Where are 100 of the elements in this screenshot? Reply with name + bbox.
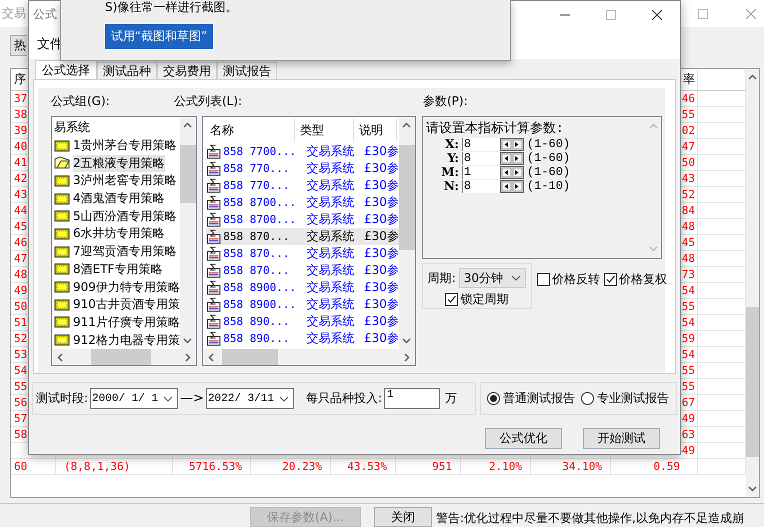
spin-button[interactable]: [500, 180, 524, 192]
radio-label[interactable]: 普通测试报告: [503, 390, 575, 407]
table-cell: 49: [14, 284, 28, 297]
group-list[interactable]: 易系统 1贵州茅台专用策略 2五粮液专用策略 3泸州老窖专用策略 4酒鬼酒专用策略 5山西汾酒专用策略 6水井坊专用策略 7迎驾贡酒专用策略 8酒ETF专用策略 909伊力特专用策略 910古井贡酒专用策 911片仔癀专用策略 912格力电器专用策: [51, 116, 197, 366]
formula-list[interactable]: [202, 116, 416, 366]
formula-row[interactable]: 858 870... 交易系统 £30参: [206, 262, 399, 279]
table-cell: 43: [14, 188, 28, 201]
formula-row[interactable]: 858 890... 交易系统 £30参: [206, 313, 399, 330]
checkbox[interactable]: [604, 273, 617, 286]
scrollbar[interactable]: [52, 349, 196, 365]
scroll-left-icon[interactable]: [208, 352, 214, 362]
formula-icon: [206, 280, 222, 296]
group-item[interactable]: 910古井贡酒专用策: [73, 296, 180, 314]
group-item[interactable]: 4酒鬼酒专用策略: [73, 190, 165, 208]
radio-label[interactable]: 专业测试报告: [597, 390, 669, 407]
optimize-button[interactable]: 公式优化: [485, 428, 562, 449]
scroll-up-icon[interactable]: [402, 122, 412, 128]
group-item[interactable]: 6水井坊专用策略: [73, 225, 165, 242]
scrollbar-thumb[interactable]: [91, 349, 151, 365]
scrollbar-thumb[interactable]: [222, 349, 278, 365]
formula-row[interactable]: 858 870... 交易系统 £30参: [206, 245, 399, 262]
scrollbar[interactable]: [398, 117, 415, 349]
group-item[interactable]: 8酒ETF专用策略: [73, 260, 162, 278]
spin-button[interactable]: [500, 166, 524, 178]
scrollbar-thumb[interactable]: [746, 307, 759, 457]
period-dropdown[interactable]: 30分钟: [458, 268, 526, 288]
scroll-down-icon[interactable]: [402, 338, 412, 344]
table-cell: 45: [682, 236, 695, 249]
radio-button[interactable]: [487, 392, 500, 405]
param-input[interactable]: 8: [462, 152, 500, 164]
notification-text: S)像往常一样进行截图。: [105, 0, 238, 15]
table-cell: 49: [682, 412, 695, 425]
table-cell: 38: [14, 108, 28, 121]
checkbox[interactable]: [536, 273, 550, 286]
group-item[interactable]: 易系统: [54, 119, 90, 136]
formula-row[interactable]: 858 890... 交易系统 £30参: [206, 330, 399, 347]
table-cell: 0.59: [654, 460, 680, 473]
formula-row[interactable]: 858 8700... 交易系统 £30参: [206, 211, 399, 228]
column-header[interactable]: 率: [683, 71, 695, 88]
formula-row[interactable]: 858 770... 交易系统 £30参: [206, 160, 399, 177]
checkbox-label[interactable]: 价格复权: [618, 271, 667, 288]
checkbox-label[interactable]: 价格反转: [552, 271, 600, 288]
scrollbar-thumb[interactable]: [180, 145, 196, 203]
group-item[interactable]: 5山西汾酒专用策略: [73, 208, 177, 225]
formula-row[interactable]: 858 8900... 交易系统 £30参: [206, 279, 399, 296]
column-header[interactable]: 序: [14, 71, 26, 88]
formula-row[interactable]: 858 770... 交易系统 £30参: [206, 177, 399, 194]
scroll-right-icon[interactable]: [184, 352, 191, 362]
group-item[interactable]: 911片仔癀专用策略: [73, 314, 180, 331]
column-header[interactable]: 名称: [204, 119, 295, 141]
group-item[interactable]: 1贵州茅台专用策略: [73, 137, 177, 154]
try-button[interactable]: 试用“截图和草图”: [105, 24, 213, 49]
table-cell: 67: [682, 396, 695, 409]
radio-button[interactable]: [581, 392, 594, 405]
table-cell: 48: [682, 220, 695, 233]
test-period-label: 测试时段:: [36, 390, 88, 407]
date-dropdown[interactable]: 2022/ 3/11: [206, 388, 294, 409]
group-item[interactable]: 7迎驾贡酒专用策略: [73, 243, 177, 260]
formula-row[interactable]: 858 7700... 交易系统 £30参: [206, 143, 399, 160]
table-cell: 48: [682, 252, 695, 265]
tab[interactable]: 测试报告: [217, 62, 277, 79]
scroll-down-icon[interactable]: [748, 486, 757, 492]
folder-icon: [54, 280, 70, 294]
scrollbar[interactable]: [180, 117, 196, 349]
date-dropdown[interactable]: 2000/ 1/ 1: [90, 388, 178, 409]
tab[interactable]: 公式选择: [35, 60, 97, 79]
toolbar-button[interactable]: 热: [10, 34, 27, 56]
scroll-down-icon[interactable]: [183, 338, 192, 344]
tab[interactable]: 测试品种: [97, 62, 157, 79]
scrollbar[interactable]: [746, 69, 759, 497]
spin-button[interactable]: [500, 152, 524, 164]
scrollbar-thumb[interactable]: [398, 145, 415, 250]
tab[interactable]: 交易费用: [157, 62, 217, 79]
invest-input[interactable]: 1: [384, 388, 440, 409]
close-button[interactable]: 关闭: [374, 507, 432, 527]
formula-row[interactable]: 858 8700... 交易系统 £30参: [206, 194, 399, 211]
scroll-left-icon[interactable]: [57, 352, 63, 362]
scroll-up-icon[interactable]: [748, 74, 757, 80]
start-test-button[interactable]: 开始测试: [583, 428, 660, 449]
column-header[interactable]: 说明: [354, 119, 397, 141]
checkbox-label[interactable]: 锁定周期: [460, 291, 508, 308]
folder-icon: [54, 192, 70, 206]
group-item[interactable]: 912格力电器专用策: [73, 332, 180, 349]
param-input[interactable]: 1: [462, 166, 500, 178]
unit-label: 万: [445, 390, 457, 407]
table-cell: 40: [14, 140, 28, 153]
formula-row[interactable]: 858 8900... 交易系统 £30参: [206, 296, 399, 313]
param-input[interactable]: 8: [462, 138, 500, 150]
checkbox[interactable]: [445, 293, 458, 306]
group-item[interactable]: 909伊力特专用策略: [73, 278, 180, 296]
param-input[interactable]: 8: [462, 180, 500, 192]
scroll-right-icon[interactable]: [404, 352, 410, 362]
table-cell: 37: [14, 92, 28, 105]
column-header[interactable]: 类型: [294, 119, 354, 141]
scrollbar[interactable]: [202, 349, 415, 365]
scroll-up-icon[interactable]: [183, 122, 192, 128]
spin-button[interactable]: [500, 138, 524, 150]
group-item[interactable]: 2五粮液专用策略: [73, 154, 165, 172]
formula-row[interactable]: 858 870... 交易系统 £30参: [206, 228, 399, 245]
group-item[interactable]: 3泸州老窖专用策略: [73, 172, 177, 190]
